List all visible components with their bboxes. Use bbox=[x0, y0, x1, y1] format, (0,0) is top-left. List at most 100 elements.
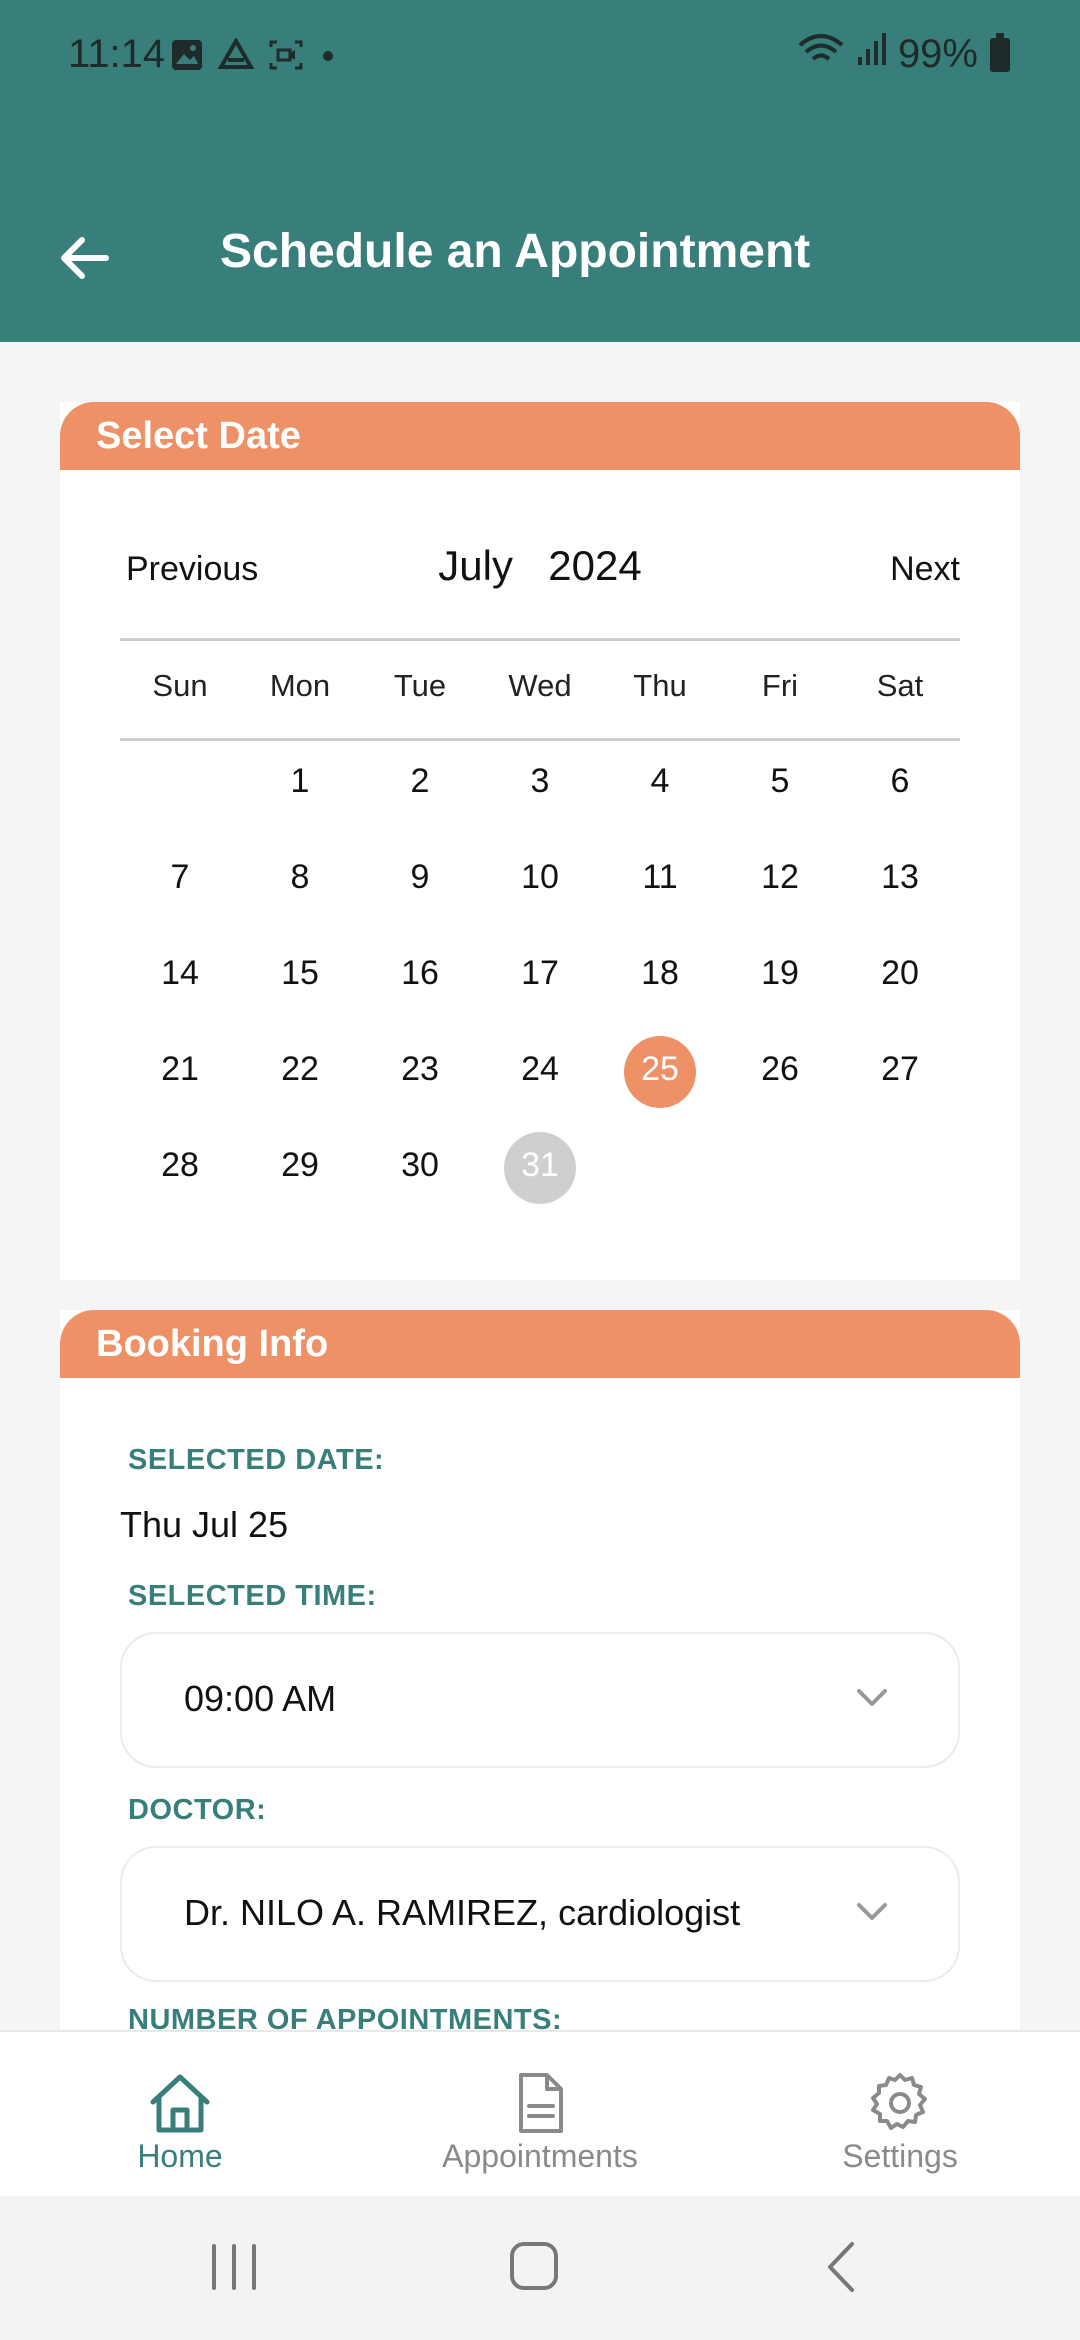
day-number: 25 bbox=[641, 1050, 679, 1088]
divider bbox=[120, 638, 960, 641]
day-number: 18 bbox=[641, 954, 679, 992]
nav-settings-label: Settings bbox=[842, 2138, 958, 2174]
day-number: 5 bbox=[770, 762, 790, 800]
back-button[interactable] bbox=[52, 226, 116, 290]
calendar-day[interactable]: 15 bbox=[240, 944, 360, 1040]
page-title: Schedule an Appointment bbox=[220, 225, 811, 278]
booking-info-card: Booking Info SELECTED DATE: Thu Jul 25 S… bbox=[60, 1310, 1020, 2036]
day-number: 11 bbox=[642, 858, 678, 896]
calendar-day[interactable]: 7 bbox=[120, 848, 240, 944]
image-icon bbox=[170, 38, 204, 77]
doctor-select[interactable]: Dr. NILO A. RAMIREZ, cardiologist bbox=[120, 1846, 960, 1982]
battery-icon bbox=[990, 32, 1010, 72]
calendar-empty-cell bbox=[120, 752, 240, 848]
doctor-select-value: Dr. NILO A. RAMIREZ, cardiologist bbox=[184, 1892, 741, 1933]
calendar-day[interactable]: 30 bbox=[360, 1136, 480, 1232]
weekday-label: Tue bbox=[393, 668, 447, 703]
calendar-day[interactable]: 29 bbox=[240, 1136, 360, 1232]
calendar-day[interactable]: 4 bbox=[600, 752, 720, 848]
dot-icon bbox=[318, 38, 338, 77]
calendar-day[interactable]: 11 bbox=[600, 848, 720, 944]
back-nav-icon[interactable] bbox=[822, 2240, 858, 2294]
calendar-day[interactable]: 28 bbox=[120, 1136, 240, 1232]
calendar-day[interactable]: 9 bbox=[360, 848, 480, 944]
battery-percent: 99% bbox=[897, 32, 978, 76]
calendar-day[interactable]: 26 bbox=[720, 1040, 840, 1136]
day-number: 13 bbox=[881, 858, 919, 896]
month-year-label: July 2024 bbox=[60, 542, 1020, 590]
day-number: 3 bbox=[530, 762, 550, 800]
calendar-day[interactable]: 20 bbox=[840, 944, 960, 1040]
nav-appointments-label: Appointments bbox=[442, 2138, 638, 2174]
wifi-icon bbox=[798, 32, 844, 77]
calendar-day[interactable]: 3 bbox=[480, 752, 600, 848]
calendar-empty-cell bbox=[720, 1136, 840, 1232]
nav-home[interactable]: Home bbox=[30, 2072, 330, 2175]
status-right: 99% bbox=[798, 32, 1010, 77]
calendar-day[interactable]: 6 bbox=[840, 752, 960, 848]
calendar-day[interactable]: 8 bbox=[240, 848, 360, 944]
calendar-day[interactable]: 13 bbox=[840, 848, 960, 944]
calendar-day[interactable]: 17 bbox=[480, 944, 600, 1040]
day-number: 2 bbox=[410, 762, 430, 800]
recent-apps-icon[interactable] bbox=[210, 2242, 258, 2292]
calendar-day[interactable]: 21 bbox=[120, 1040, 240, 1136]
day-number: 21 bbox=[161, 1050, 199, 1088]
signal-icon bbox=[856, 32, 886, 77]
day-number: 6 bbox=[890, 762, 910, 800]
next-month-button[interactable]: Next bbox=[890, 550, 960, 589]
gear-icon bbox=[871, 2073, 927, 2130]
calendar-day[interactable]: 5 bbox=[720, 752, 840, 848]
calendar-day[interactable]: 14 bbox=[120, 944, 240, 1040]
calendar-day[interactable]: 22 bbox=[240, 1040, 360, 1136]
weekday-label: Sun bbox=[152, 668, 208, 703]
day-number: 12 bbox=[761, 858, 799, 896]
weekday-label: Sat bbox=[876, 668, 924, 703]
day-number: 1 bbox=[290, 762, 310, 800]
calendar-day[interactable]: 1 bbox=[240, 752, 360, 848]
day-number: 10 bbox=[521, 858, 559, 896]
day-number: 27 bbox=[881, 1050, 919, 1088]
calendar-day[interactable]: 2 bbox=[360, 752, 480, 848]
calendar-day[interactable]: 12 bbox=[720, 848, 840, 944]
day-number: 17 bbox=[521, 954, 559, 992]
calendar-week: 14 15 16 17 18 19 20 bbox=[120, 944, 960, 1040]
calendar-day[interactable]: 23 bbox=[360, 1040, 480, 1136]
time-select[interactable]: 09:00 AM bbox=[120, 1632, 960, 1768]
month-label: July bbox=[438, 542, 513, 589]
nav-appointments[interactable]: Appointments bbox=[390, 2072, 690, 2175]
day-number: 9 bbox=[410, 858, 430, 896]
document-icon bbox=[519, 2073, 563, 2133]
calendar-day[interactable]: 10 bbox=[480, 848, 600, 944]
status-notification-icons bbox=[170, 36, 338, 77]
calendar-day[interactable]: 19 bbox=[720, 944, 840, 1040]
day-number: 7 bbox=[170, 858, 190, 896]
day-number: 16 bbox=[401, 954, 439, 992]
day-number: 19 bbox=[761, 954, 799, 992]
arrow-left-icon bbox=[61, 237, 109, 279]
calendar-week: 7 8 9 10 11 12 13 bbox=[120, 848, 960, 944]
divider bbox=[120, 738, 960, 741]
calendar-day[interactable]: 18 bbox=[600, 944, 720, 1040]
calendar-day[interactable]: 16 bbox=[360, 944, 480, 1040]
selected-date-label: SELECTED DATE: bbox=[128, 1444, 385, 1476]
booking-info-heading: Booking Info bbox=[60, 1310, 1020, 1378]
calendar-day[interactable]: 27 bbox=[840, 1040, 960, 1136]
calendar-day-today[interactable]: 31 bbox=[480, 1132, 600, 1232]
chevron-down-icon bbox=[857, 1903, 887, 1920]
calendar-day-selected[interactable]: 25 bbox=[600, 1036, 720, 1136]
day-number: 20 bbox=[881, 954, 919, 992]
home-nav-icon[interactable] bbox=[508, 2240, 560, 2292]
drive-icon bbox=[217, 36, 255, 77]
weekday-label: Fri bbox=[761, 668, 799, 703]
home-icon bbox=[150, 2074, 210, 2133]
weekday-header: Sun Mon Tue Wed Thu Fri Sat bbox=[120, 668, 960, 704]
weekday-label: Mon bbox=[269, 668, 331, 703]
nav-settings[interactable]: Settings bbox=[750, 2072, 1050, 2175]
calendar-day[interactable]: 24 bbox=[480, 1040, 600, 1136]
day-number: 22 bbox=[281, 1050, 319, 1088]
select-date-heading: Select Date bbox=[60, 402, 1020, 470]
day-number: 26 bbox=[761, 1050, 799, 1088]
selected-date-value: Thu Jul 25 bbox=[120, 1504, 289, 1545]
time-select-value: 09:00 AM bbox=[184, 1678, 337, 1719]
